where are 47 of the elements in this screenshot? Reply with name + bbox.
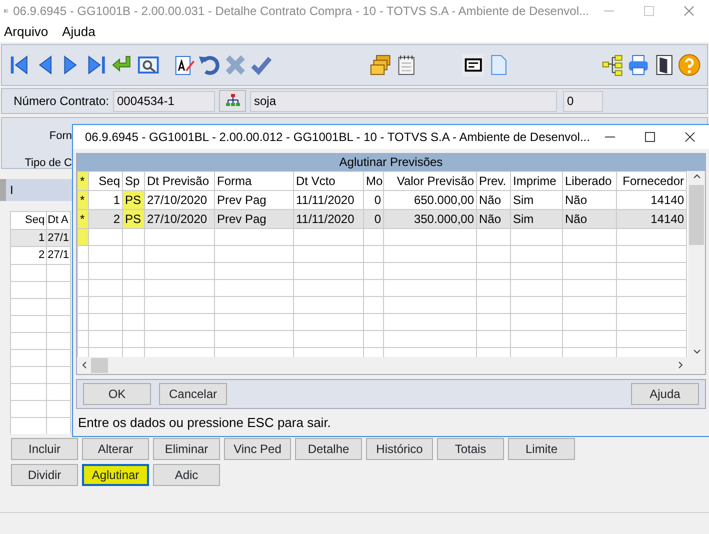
dialog-title: 06.9.6945 - GG1001BL - 2.00.00.012 - GG1001BL - 10 - TOTVS S.A - Ambiente de Desenvol... bbox=[85, 128, 590, 146]
table-cell: 650.000,00 bbox=[414, 192, 474, 207]
column-header: Dt Previsão bbox=[147, 174, 210, 188]
table-cell: * bbox=[78, 190, 88, 209]
column-header: Imprime bbox=[513, 174, 556, 188]
table-cell: 0 bbox=[374, 192, 381, 207]
table-cell: Prev Pag bbox=[217, 192, 266, 207]
field-label: Tipo de C bbox=[24, 156, 72, 170]
column-header: Valor Previsão bbox=[396, 174, 474, 188]
column-header: Fornecedor bbox=[622, 174, 684, 188]
column-header: Seq bbox=[98, 174, 120, 188]
table-cell: 1 bbox=[113, 192, 120, 207]
field-label: Número Contrato: bbox=[12, 93, 109, 110]
table-cell: 14140 bbox=[650, 212, 684, 226]
table-cell: Não bbox=[565, 192, 588, 207]
table-cell: Não bbox=[565, 212, 588, 226]
table-cell: Não bbox=[479, 192, 502, 207]
table-cell: Não bbox=[479, 212, 502, 226]
table-cell: 0 bbox=[374, 212, 381, 226]
table-cell: 27/10/2020 bbox=[147, 192, 208, 207]
table-cell: PS bbox=[123, 210, 144, 228]
table-cell: 11/11/2020 bbox=[296, 212, 354, 226]
table-cell: 14140 bbox=[650, 192, 684, 207]
grid-caption: Aglutinar Previsões bbox=[77, 154, 705, 171]
table-cell: 11/11/2020 bbox=[296, 192, 354, 207]
column-header: Dt A bbox=[46, 212, 70, 229]
table-cell: * bbox=[78, 210, 88, 228]
column-header: Mo bbox=[366, 174, 383, 188]
table-cell: Prev Pag bbox=[217, 212, 266, 226]
column-header: Dt Vcto bbox=[296, 174, 336, 188]
column-header: Forma bbox=[217, 174, 252, 188]
table-cell: PS bbox=[123, 190, 144, 209]
column-header: Prev. bbox=[479, 174, 506, 188]
column-header: Seq bbox=[10, 212, 46, 229]
column-header: Liberado bbox=[565, 174, 612, 188]
table-cell: 27/10/2020 bbox=[147, 212, 208, 226]
field-label: Forn bbox=[48, 129, 72, 144]
column-header: Sp bbox=[125, 174, 140, 188]
status-text: Entre os dados ou pressione ESC para sair. bbox=[77, 414, 332, 432]
table-cell: 2 bbox=[113, 212, 120, 226]
table-cell: 350.000,00 bbox=[414, 212, 474, 226]
table-cell: 27/1 bbox=[46, 246, 70, 264]
table-cell: Sim bbox=[513, 212, 534, 226]
table-cell: Sim bbox=[513, 192, 534, 207]
table-cell: 2 bbox=[10, 246, 46, 264]
column-header: * bbox=[78, 172, 88, 190]
window-title: 06.9.6945 - GG1001B - 2.00.00.031 - Detalhe Contrato Compra - 10 - TOTVS S.A - Ambiente de Desenvol... bbox=[13, 3, 589, 20]
